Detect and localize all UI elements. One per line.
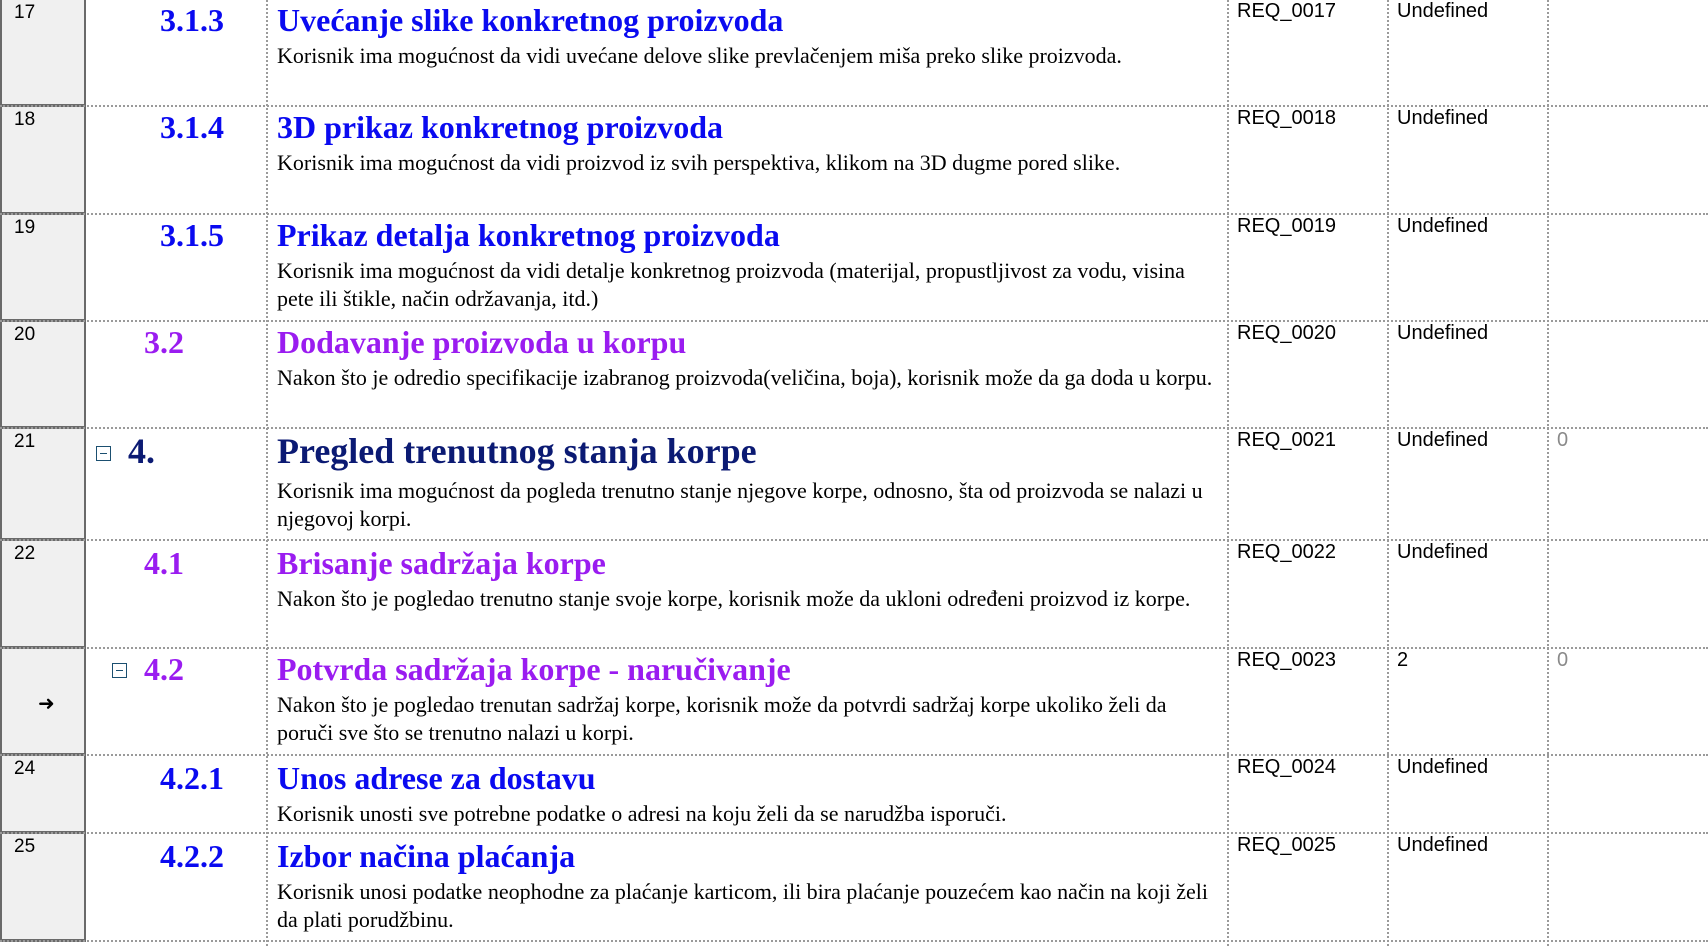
requirement-description[interactable]: Korisnik ima mogućnost da vidi uvećane d… [277, 42, 1225, 70]
requirement-number: 3.1.5 [160, 217, 224, 253]
requirement-count[interactable]: 0 [1557, 649, 1568, 672]
row-number: 22 [14, 543, 36, 564]
row-header[interactable]: 24 [0, 756, 86, 834]
column-divider [1227, 0, 1229, 946]
table-row-current[interactable]: ➜ 4.2 Potvrda sadržaja korpe - naručivan… [0, 649, 1708, 756]
table-row[interactable]: 20 3.2 Dodavanje proizvoda u korpu Nakon… [0, 322, 1708, 429]
requirement-description[interactable]: Korisnik ima mogućnost da vidi detalje k… [277, 257, 1225, 313]
row-number: 25 [14, 836, 36, 857]
requirement-status[interactable]: Undefined [1397, 0, 1488, 23]
requirement-title[interactable]: Prikaz detalja konkretnog proizvoda [277, 217, 780, 253]
requirement-title[interactable]: Unos adrese za dostavu [277, 760, 596, 796]
requirement-number: 4.2.1 [160, 760, 224, 796]
row-header[interactable]: 21 [0, 429, 86, 541]
requirement-number: 4.2 [144, 651, 184, 687]
requirement-number: 4.1 [144, 545, 184, 581]
table-row[interactable]: 17 3.1.3 Uvećanje slike konkretnog proiz… [0, 0, 1708, 107]
row-number: 18 [14, 109, 36, 130]
current-row-arrow-icon: ➜ [38, 691, 55, 715]
requirement-id[interactable]: REQ_0019 [1237, 215, 1336, 238]
collapse-icon[interactable] [96, 446, 111, 461]
requirement-status[interactable]: Undefined [1397, 756, 1488, 779]
row-header[interactable]: ➜ [0, 649, 86, 756]
row-number: 21 [14, 431, 36, 452]
requirement-title[interactable]: Pregled trenutnog stanja korpe [277, 433, 757, 469]
requirement-id[interactable]: REQ_0018 [1237, 107, 1336, 130]
requirement-status[interactable]: Undefined [1397, 107, 1488, 130]
requirement-id[interactable]: REQ_0022 [1237, 541, 1336, 564]
collapse-icon[interactable] [112, 663, 127, 678]
requirement-description[interactable]: Korisnik ima mogućnost da vidi proizvod … [277, 149, 1225, 177]
requirement-status[interactable]: Undefined [1397, 541, 1488, 564]
table-row[interactable]: 24 4.2.1 Unos adrese za dostavu Korisnik… [0, 756, 1708, 834]
requirement-number: 4. [128, 431, 155, 471]
requirement-id[interactable]: REQ_0017 [1237, 0, 1336, 23]
requirement-description[interactable]: Nakon što je pogledao trenutan sadržaj k… [277, 691, 1225, 747]
requirement-number: 3.2 [144, 324, 184, 360]
requirement-id[interactable]: REQ_0020 [1237, 322, 1336, 345]
row-number: 19 [14, 217, 36, 238]
row-number: 20 [14, 324, 36, 345]
requirement-description[interactable]: Nakon što je pogledao trenutno stanje sv… [277, 585, 1225, 613]
requirement-number: 3.1.3 [160, 2, 224, 38]
requirement-id[interactable]: REQ_0023 [1237, 649, 1336, 672]
requirement-number: 4.2.2 [160, 838, 224, 874]
requirements-grid: 17 3.1.3 Uvećanje slike konkretnog proiz… [0, 0, 1708, 946]
requirement-count[interactable]: 0 [1557, 429, 1568, 452]
requirement-title[interactable]: Brisanje sadržaja korpe [277, 545, 606, 581]
row-header[interactable]: 25 [0, 834, 86, 942]
table-row[interactable]: 18 3.1.4 3D prikaz konkretnog proizvoda … [0, 107, 1708, 215]
requirement-status[interactable]: Undefined [1397, 834, 1488, 857]
requirement-description[interactable]: Korisnik unosi podatke neophodne za plać… [277, 878, 1225, 934]
requirement-description[interactable]: Nakon što je odredio specifikacije izabr… [277, 364, 1225, 392]
column-divider [1547, 0, 1549, 946]
requirement-description[interactable]: Korisnik ima mogućnost da pogleda trenut… [277, 477, 1225, 533]
requirement-title[interactable]: 3D prikaz konkretnog proizvoda [277, 109, 723, 145]
table-row[interactable]: 19 3.1.5 Prikaz detalja konkretnog proiz… [0, 215, 1708, 322]
requirement-status[interactable]: 2 [1397, 649, 1408, 672]
row-number: 24 [14, 758, 36, 779]
requirement-id[interactable]: REQ_0021 [1237, 429, 1336, 452]
requirement-status[interactable]: Undefined [1397, 429, 1488, 452]
row-header[interactable]: 22 [0, 541, 86, 649]
requirement-status[interactable]: Undefined [1397, 322, 1488, 345]
requirement-id[interactable]: REQ_0025 [1237, 834, 1336, 857]
row-number: 17 [14, 2, 36, 23]
table-row[interactable]: 25 4.2.2 Izbor načina plaćanja Korisnik … [0, 834, 1708, 942]
requirement-description[interactable]: Korisnik unosti sve potrebne podatke o a… [277, 800, 1225, 828]
requirement-number: 3.1.4 [160, 109, 224, 145]
requirement-title[interactable]: Potvrda sadržaja korpe - naručivanje [277, 651, 791, 687]
row-header[interactable]: 20 [0, 322, 86, 429]
requirement-title[interactable]: Dodavanje proizvoda u korpu [277, 324, 686, 360]
column-divider [266, 0, 268, 946]
requirement-status[interactable]: Undefined [1397, 215, 1488, 238]
requirement-id[interactable]: REQ_0024 [1237, 756, 1336, 779]
row-header[interactable]: 17 [0, 0, 86, 107]
requirement-title[interactable]: Uvećanje slike konkretnog proizvoda [277, 2, 783, 38]
row-header[interactable]: 18 [0, 107, 86, 215]
table-row[interactable]: 22 4.1 Brisanje sadržaja korpe Nakon što… [0, 541, 1708, 649]
table-row[interactable]: 21 4. Pregled trenutnog stanja korpe Kor… [0, 429, 1708, 541]
requirement-title[interactable]: Izbor načina plaćanja [277, 838, 575, 874]
row-header[interactable]: 19 [0, 215, 86, 322]
column-divider [1387, 0, 1389, 946]
